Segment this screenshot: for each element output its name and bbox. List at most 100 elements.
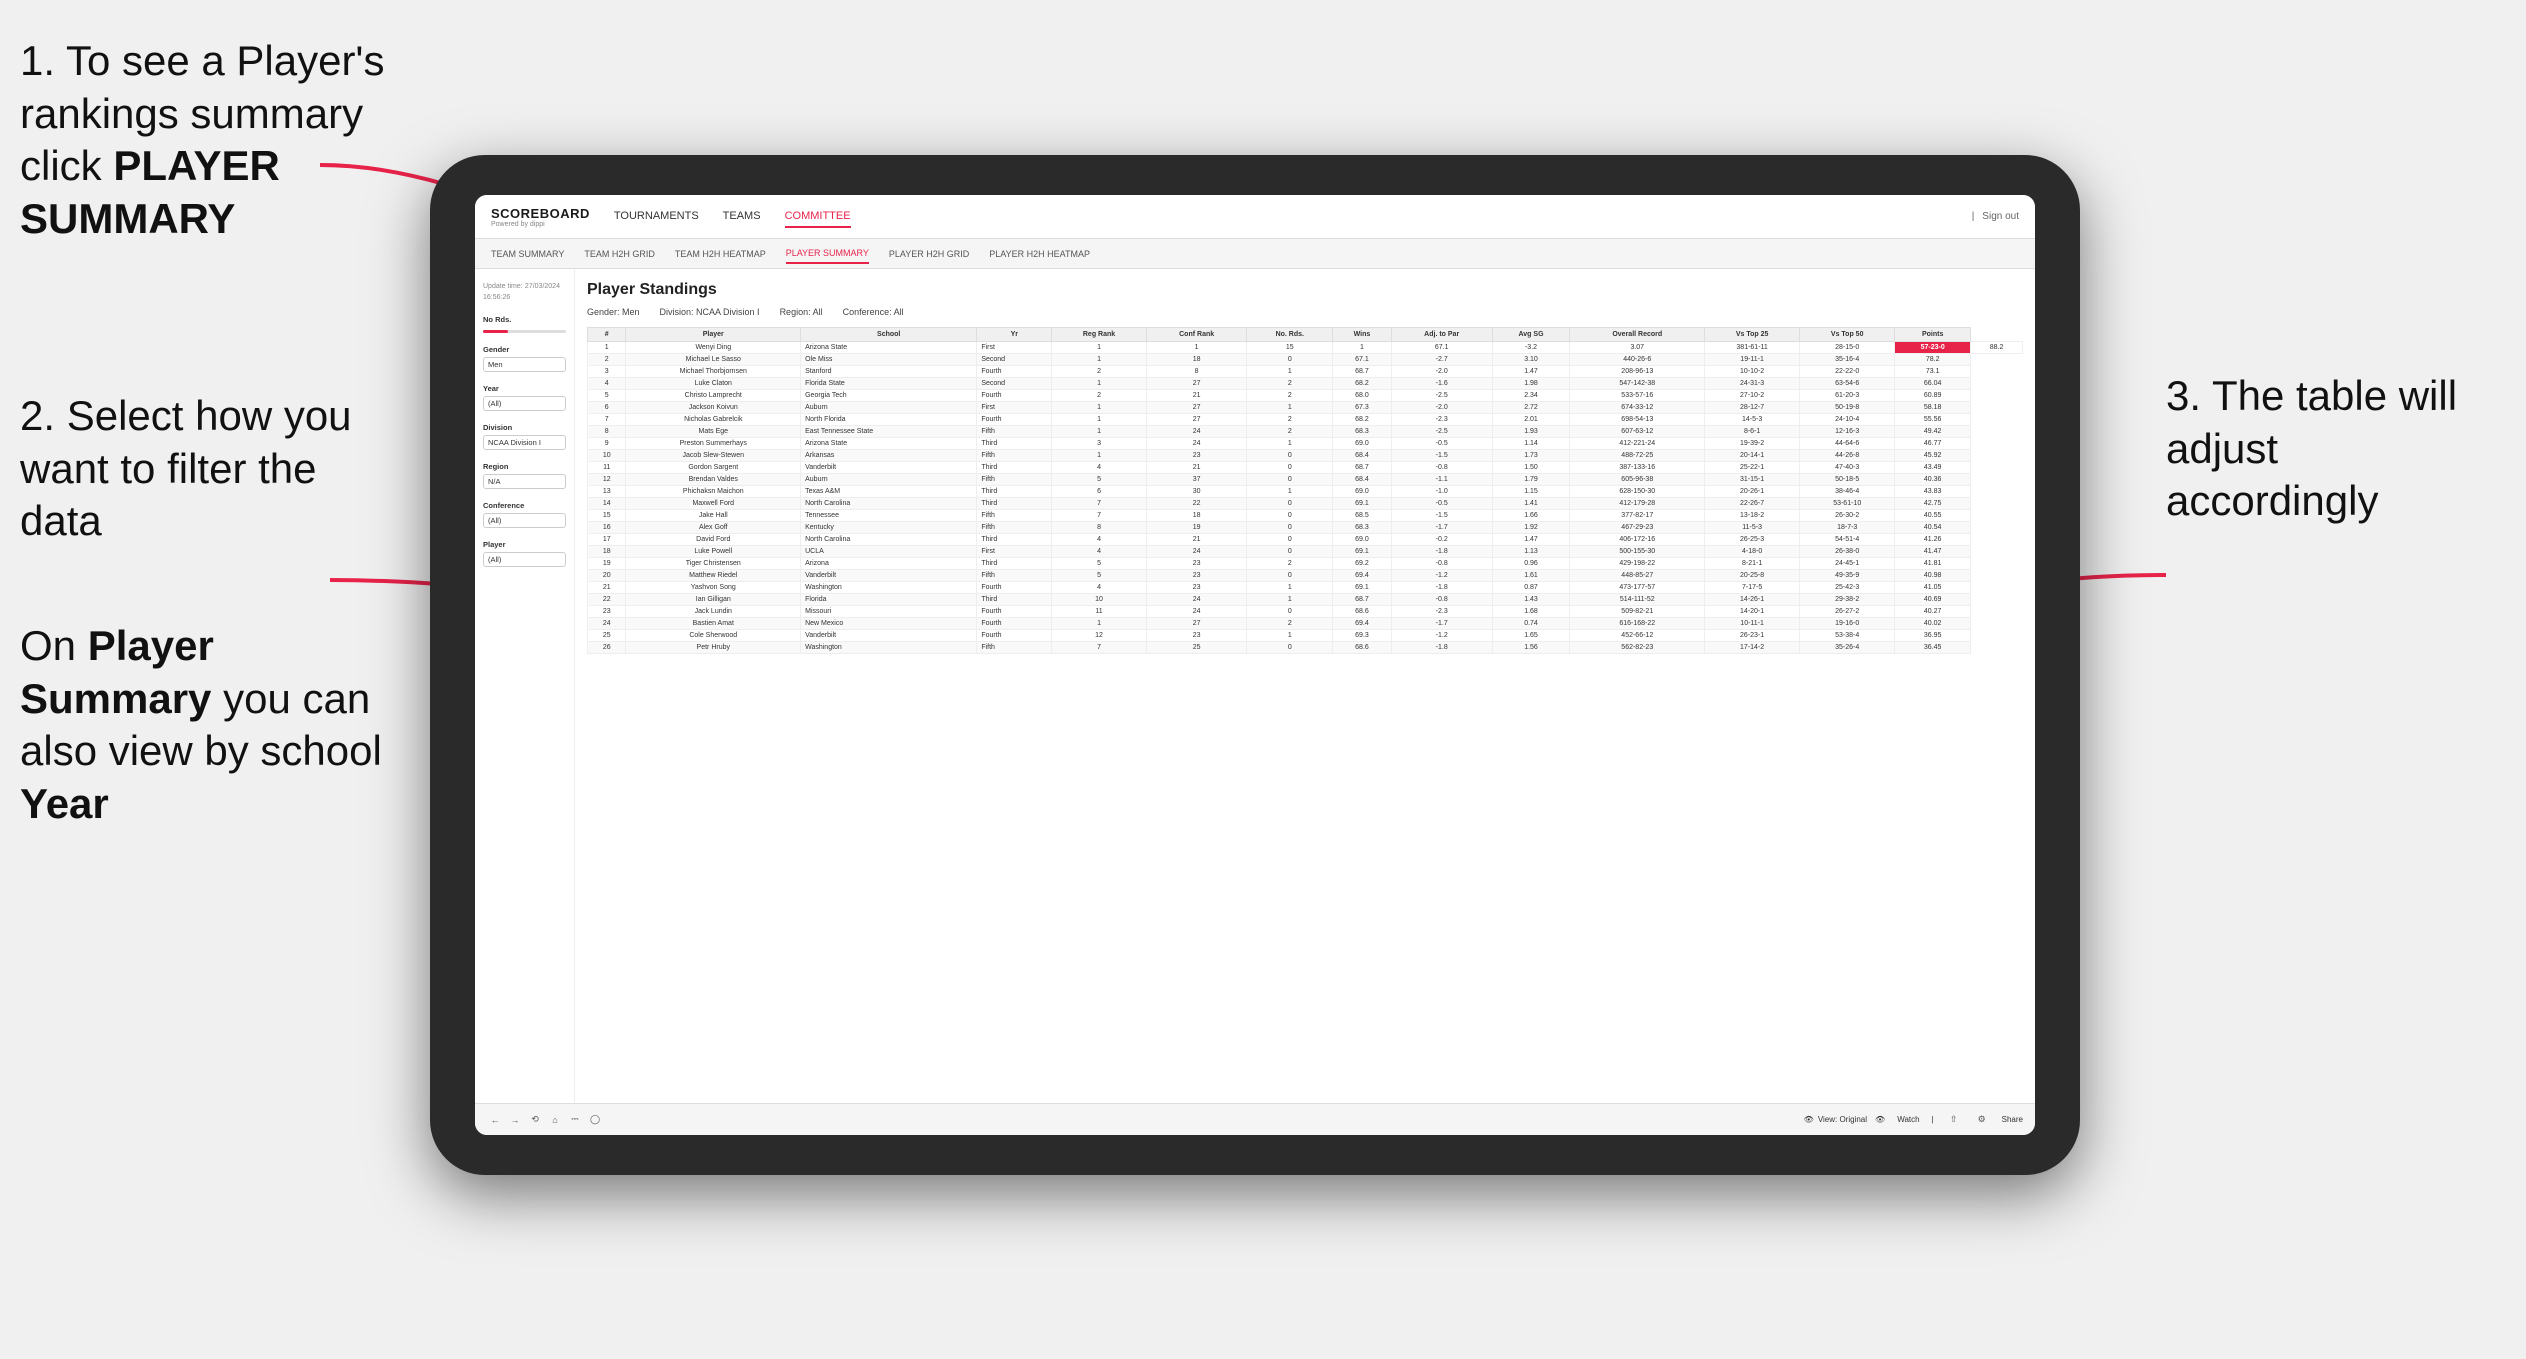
table-cell: Texas A&M (801, 486, 977, 498)
nav-teams[interactable]: TEAMS (723, 206, 761, 228)
toolbar-settings-btn[interactable]: ⚙ (1974, 1112, 1990, 1128)
sidebar-gender-select[interactable]: Men (483, 357, 566, 372)
sidebar-gender-label: Gender (483, 345, 566, 354)
table-cell: Nicholas Gabrelcik (626, 414, 801, 426)
table-cell: 0.74 (1492, 618, 1570, 630)
sidebar-player: Player (All) (483, 540, 566, 567)
col-overall: Overall Record (1570, 328, 1705, 342)
table-cell: 63-54-6 (1800, 378, 1895, 390)
table-cell: 1.73 (1492, 450, 1570, 462)
toolbar-forward-btn[interactable]: → (507, 1112, 523, 1128)
table-row: 8Mats EgeEast Tennessee StateFifth124268… (588, 426, 2023, 438)
toolbar-export-btn[interactable]: ⇧ (1946, 1112, 1962, 1128)
table-cell: 0 (1247, 522, 1333, 534)
table-cell: Washington (801, 642, 977, 654)
table-cell: 69.1 (1333, 546, 1392, 558)
logo-text: SCOREBOARD (491, 206, 590, 221)
table-cell: 452-66-12 (1570, 630, 1705, 642)
table-cell: 27 (1146, 378, 1247, 390)
filter-gender: Gender: Men (587, 307, 640, 317)
table-cell: 20-25-8 (1705, 570, 1800, 582)
table-cell: 5 (1052, 558, 1147, 570)
table-cell: 2 (1247, 378, 1333, 390)
table-row: 25Cole SherwoodVanderbiltFourth1223169.3… (588, 630, 2023, 642)
table-cell: 20 (588, 570, 626, 582)
table-cell: 8 (1146, 366, 1247, 378)
table-cell: Mats Ege (626, 426, 801, 438)
table-cell: 61-20-3 (1800, 390, 1895, 402)
table-cell: 2 (1052, 390, 1147, 402)
table-cell: Wenyi Ding (626, 342, 801, 354)
table-cell: 21 (1146, 462, 1247, 474)
toolbar-home-btn[interactable]: ⌂ (547, 1112, 563, 1128)
nav-committee[interactable]: COMMITTEE (785, 206, 851, 228)
table-cell: 377-82-17 (1570, 510, 1705, 522)
slider-track (483, 330, 566, 333)
sidebar-division-select[interactable]: NCAA Division I (483, 435, 566, 450)
table-cell: Preston Summerhays (626, 438, 801, 450)
table-row: 3Michael ThorbjornsenStanfordFourth28168… (588, 366, 2023, 378)
slider-area[interactable] (483, 330, 566, 333)
table-cell: 27 (1146, 618, 1247, 630)
sidebar-conference-select[interactable]: (All) (483, 513, 566, 528)
col-reg-rank: Reg Rank (1052, 328, 1147, 342)
toolbar-copy-btn[interactable]: ⎓ (567, 1112, 583, 1128)
table-cell: 0 (1247, 534, 1333, 546)
sub-nav-player-summary[interactable]: PLAYER SUMMARY (786, 244, 869, 264)
table-cell: Arizona State (801, 438, 977, 450)
sub-nav-team-h2h-grid[interactable]: TEAM H2H GRID (584, 245, 655, 263)
table-cell: 1 (1052, 354, 1147, 366)
table-cell: 68.4 (1333, 474, 1392, 486)
table-cell: 14 (588, 498, 626, 510)
sidebar-region-select[interactable]: N/A (483, 474, 566, 489)
col-school: School (801, 328, 977, 342)
table-cell: 24 (1146, 438, 1247, 450)
instruction-step2-text: 2. Select how you want to filter the dat… (20, 392, 352, 544)
table-cell: Third (977, 498, 1052, 510)
toolbar-clock-btn[interactable]: ◯ (587, 1112, 603, 1128)
table-cell: 533-57-16 (1570, 390, 1705, 402)
table-cell: 7 (588, 414, 626, 426)
table-cell: 607-63-12 (1570, 426, 1705, 438)
sign-out-link[interactable]: Sign out (1982, 211, 2019, 222)
table-cell: 53-61-10 (1800, 498, 1895, 510)
table-cell: -2.5 (1391, 390, 1492, 402)
sub-nav-team-h2h-heatmap[interactable]: TEAM H2H HEATMAP (675, 245, 766, 263)
sidebar-update-label: Update time: (483, 283, 523, 290)
table-cell: Kentucky (801, 522, 977, 534)
sidebar-year-select[interactable]: (All) (483, 396, 566, 411)
table-cell: 40.27 (1895, 606, 1971, 618)
table-row: 16Alex GoffKentuckyFifth819068.3-1.71.92… (588, 522, 2023, 534)
sub-nav-team-summary[interactable]: TEAM SUMMARY (491, 245, 564, 263)
watch-icon: 👁 (1875, 1115, 1885, 1124)
sub-nav-player-h2h-grid[interactable]: PLAYER H2H GRID (889, 245, 969, 263)
table-cell: 50-19-8 (1800, 402, 1895, 414)
toolbar-back-btn[interactable]: ← (487, 1112, 503, 1128)
sub-nav-player-h2h-heatmap[interactable]: PLAYER H2H HEATMAP (989, 245, 1090, 263)
table-cell: 616-168-22 (1570, 618, 1705, 630)
table-cell: 23 (1146, 630, 1247, 642)
table-cell: 69.3 (1333, 630, 1392, 642)
sidebar-player-select[interactable]: (All) (483, 552, 566, 567)
toolbar-view: 👁 View: Original (1804, 1115, 1867, 1124)
table-cell: Michael Thorbjornsen (626, 366, 801, 378)
table-cell: 7 (1052, 498, 1147, 510)
table-cell: 1 (1052, 618, 1147, 630)
table-cell: Missouri (801, 606, 977, 618)
nav-tournaments[interactable]: TOURNAMENTS (614, 206, 699, 228)
toolbar-refresh-btn[interactable]: ⟲ (527, 1112, 543, 1128)
table-cell: -0.5 (1391, 498, 1492, 510)
sidebar-gender: Gender Men (483, 345, 566, 372)
data-table: # Player School Yr Reg Rank Conf Rank No… (587, 327, 2023, 654)
table-cell: 0 (1247, 498, 1333, 510)
table-cell: Fourth (977, 630, 1052, 642)
watch-label[interactable]: Watch (1897, 1115, 1919, 1124)
table-cell: 18 (588, 546, 626, 558)
table-cell: 1.41 (1492, 498, 1570, 510)
table-cell: East Tennessee State (801, 426, 977, 438)
view-label[interactable]: View: Original (1818, 1115, 1867, 1124)
table-cell: Phichaksn Maichon (626, 486, 801, 498)
table-cell: 562-82-23 (1570, 642, 1705, 654)
share-label[interactable]: Share (2002, 1115, 2023, 1124)
table-cell: Second (977, 354, 1052, 366)
